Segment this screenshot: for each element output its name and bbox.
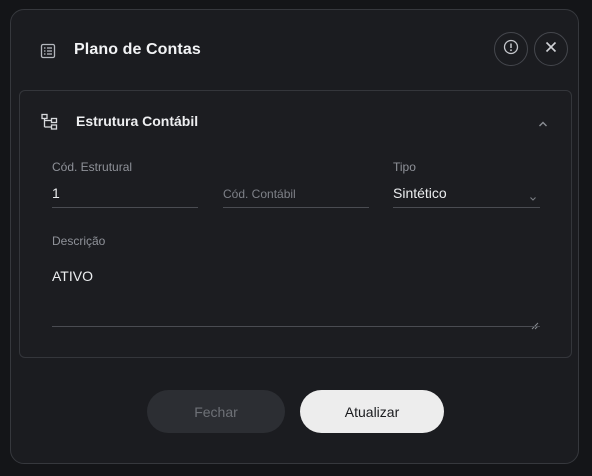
cod-contabil-input[interactable]: Cód. Contábil <box>223 187 296 201</box>
fechar-button[interactable]: Fechar <box>147 390 285 433</box>
atualizar-button[interactable]: Atualizar <box>300 390 444 433</box>
tipo-label: Tipo <box>393 160 416 174</box>
descricao-textarea[interactable]: ATIVO <box>52 268 93 284</box>
cod-estrutural-input[interactable]: 1 <box>52 185 60 201</box>
cod-estrutural-underline <box>52 207 198 208</box>
plano-de-contas-modal: Plano de Contas Estrutura Contábil Cód. … <box>10 9 579 464</box>
cod-contabil-underline <box>223 207 369 208</box>
close-button[interactable] <box>534 32 568 66</box>
section-title: Estrutura Contábil <box>76 113 199 129</box>
cod-estrutural-label: Cód. Estrutural <box>52 160 133 174</box>
estrutura-contabil-section: Estrutura Contábil Cód. Estrutural 1 Cód… <box>19 90 572 358</box>
chevron-down-icon[interactable] <box>529 189 537 201</box>
close-icon <box>544 40 558 59</box>
info-button[interactable] <box>494 32 528 66</box>
tipo-underline <box>393 207 540 208</box>
descricao-underline <box>52 326 540 327</box>
modal-title: Plano de Contas <box>74 41 201 58</box>
hierarchy-icon <box>41 113 59 131</box>
list-icon <box>40 43 56 59</box>
info-icon <box>503 39 519 60</box>
resize-grip-icon[interactable] <box>531 317 539 330</box>
tipo-select[interactable]: Sintético <box>393 185 447 201</box>
descricao-label: Descrição <box>52 234 106 248</box>
chevron-up-icon[interactable] <box>537 116 549 127</box>
